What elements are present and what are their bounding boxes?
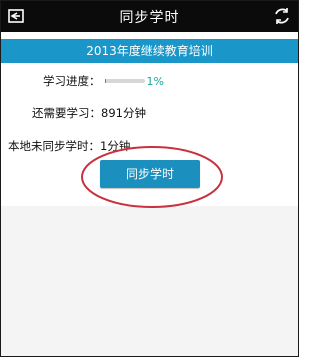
progress-value: 1% (146, 74, 164, 88)
sync-hours-button[interactable]: 同步学时 (100, 160, 200, 188)
remaining-value: 891分钟 (101, 106, 146, 120)
progress-bar (104, 79, 145, 83)
progress-label: 学习进度： (43, 74, 101, 88)
refresh-button[interactable] (272, 6, 292, 26)
title-bar: 同步学时 (1, 1, 298, 32)
progress-fill (104, 79, 106, 83)
refresh-icon (275, 8, 289, 24)
remaining-row: 还需要学习：891分钟 (32, 105, 146, 121)
progress-row: 学习进度： 1% (43, 73, 164, 89)
remaining-label: 还需要学习： (32, 106, 101, 120)
course-banner: 2013年度继续教育培训 (1, 39, 298, 63)
app-frame: 同步学时 2013年度继续教育培训 学习进度： 1% 还需要学习：891分钟 本… (0, 0, 299, 357)
page-title: 同步学时 (119, 10, 180, 26)
